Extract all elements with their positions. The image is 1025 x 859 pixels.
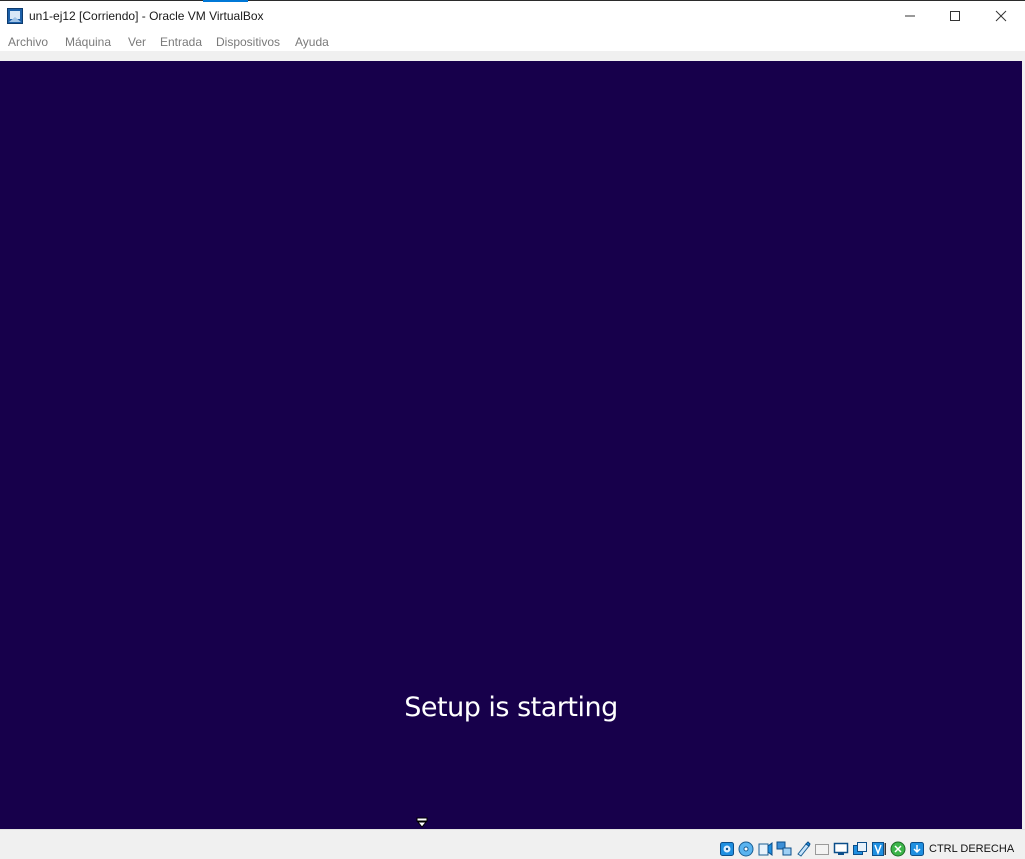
video-capture-icon[interactable] — [852, 841, 868, 857]
status-bar: CTRL DERECHA — [0, 829, 1025, 859]
mouse-pointer-icon — [416, 817, 428, 828]
menu-ayuda[interactable]: Ayuda — [295, 35, 329, 49]
minimize-icon — [905, 15, 915, 17]
network-icon[interactable] — [776, 841, 792, 857]
minimize-button[interactable] — [887, 1, 933, 31]
focus-accent — [203, 0, 248, 2]
host-key-label: CTRL DERECHA — [929, 843, 1015, 855]
menu-ver[interactable]: Ver — [128, 35, 146, 49]
toolbar-strip — [0, 51, 1025, 61]
display-icon[interactable] — [833, 841, 849, 857]
shared-folders-icon[interactable] — [814, 841, 830, 857]
setup-message: Setup is starting — [404, 692, 618, 723]
hard-disk-icon[interactable] — [719, 841, 735, 857]
window-title: un1-ej12 [Corriendo] - Oracle VM Virtual… — [29, 9, 264, 23]
maximize-icon — [950, 11, 960, 21]
menu-maquina[interactable]: Máquina — [65, 35, 111, 49]
close-button[interactable] — [978, 1, 1024, 31]
virtualbox-app-icon — [7, 8, 23, 24]
maximize-button[interactable] — [932, 1, 978, 31]
virtualization-icon[interactable] — [871, 841, 887, 857]
vm-display[interactable]: Setup is starting — [0, 61, 1022, 829]
menu-bar: Archivo Máquina Ver Entrada Dispositivos… — [0, 31, 1025, 51]
menu-entrada[interactable]: Entrada — [160, 35, 202, 49]
menu-archivo[interactable]: Archivo — [8, 35, 48, 49]
audio-icon[interactable] — [757, 841, 773, 857]
close-icon — [995, 10, 1007, 22]
optical-drive-icon[interactable] — [738, 841, 754, 857]
mouse-integration-icon[interactable] — [890, 841, 906, 857]
title-bar[interactable]: un1-ej12 [Corriendo] - Oracle VM Virtual… — [0, 0, 1025, 31]
keyboard-icon[interactable] — [909, 841, 925, 857]
usb-icon[interactable] — [795, 841, 811, 857]
menu-dispositivos[interactable]: Dispositivos — [216, 35, 280, 49]
